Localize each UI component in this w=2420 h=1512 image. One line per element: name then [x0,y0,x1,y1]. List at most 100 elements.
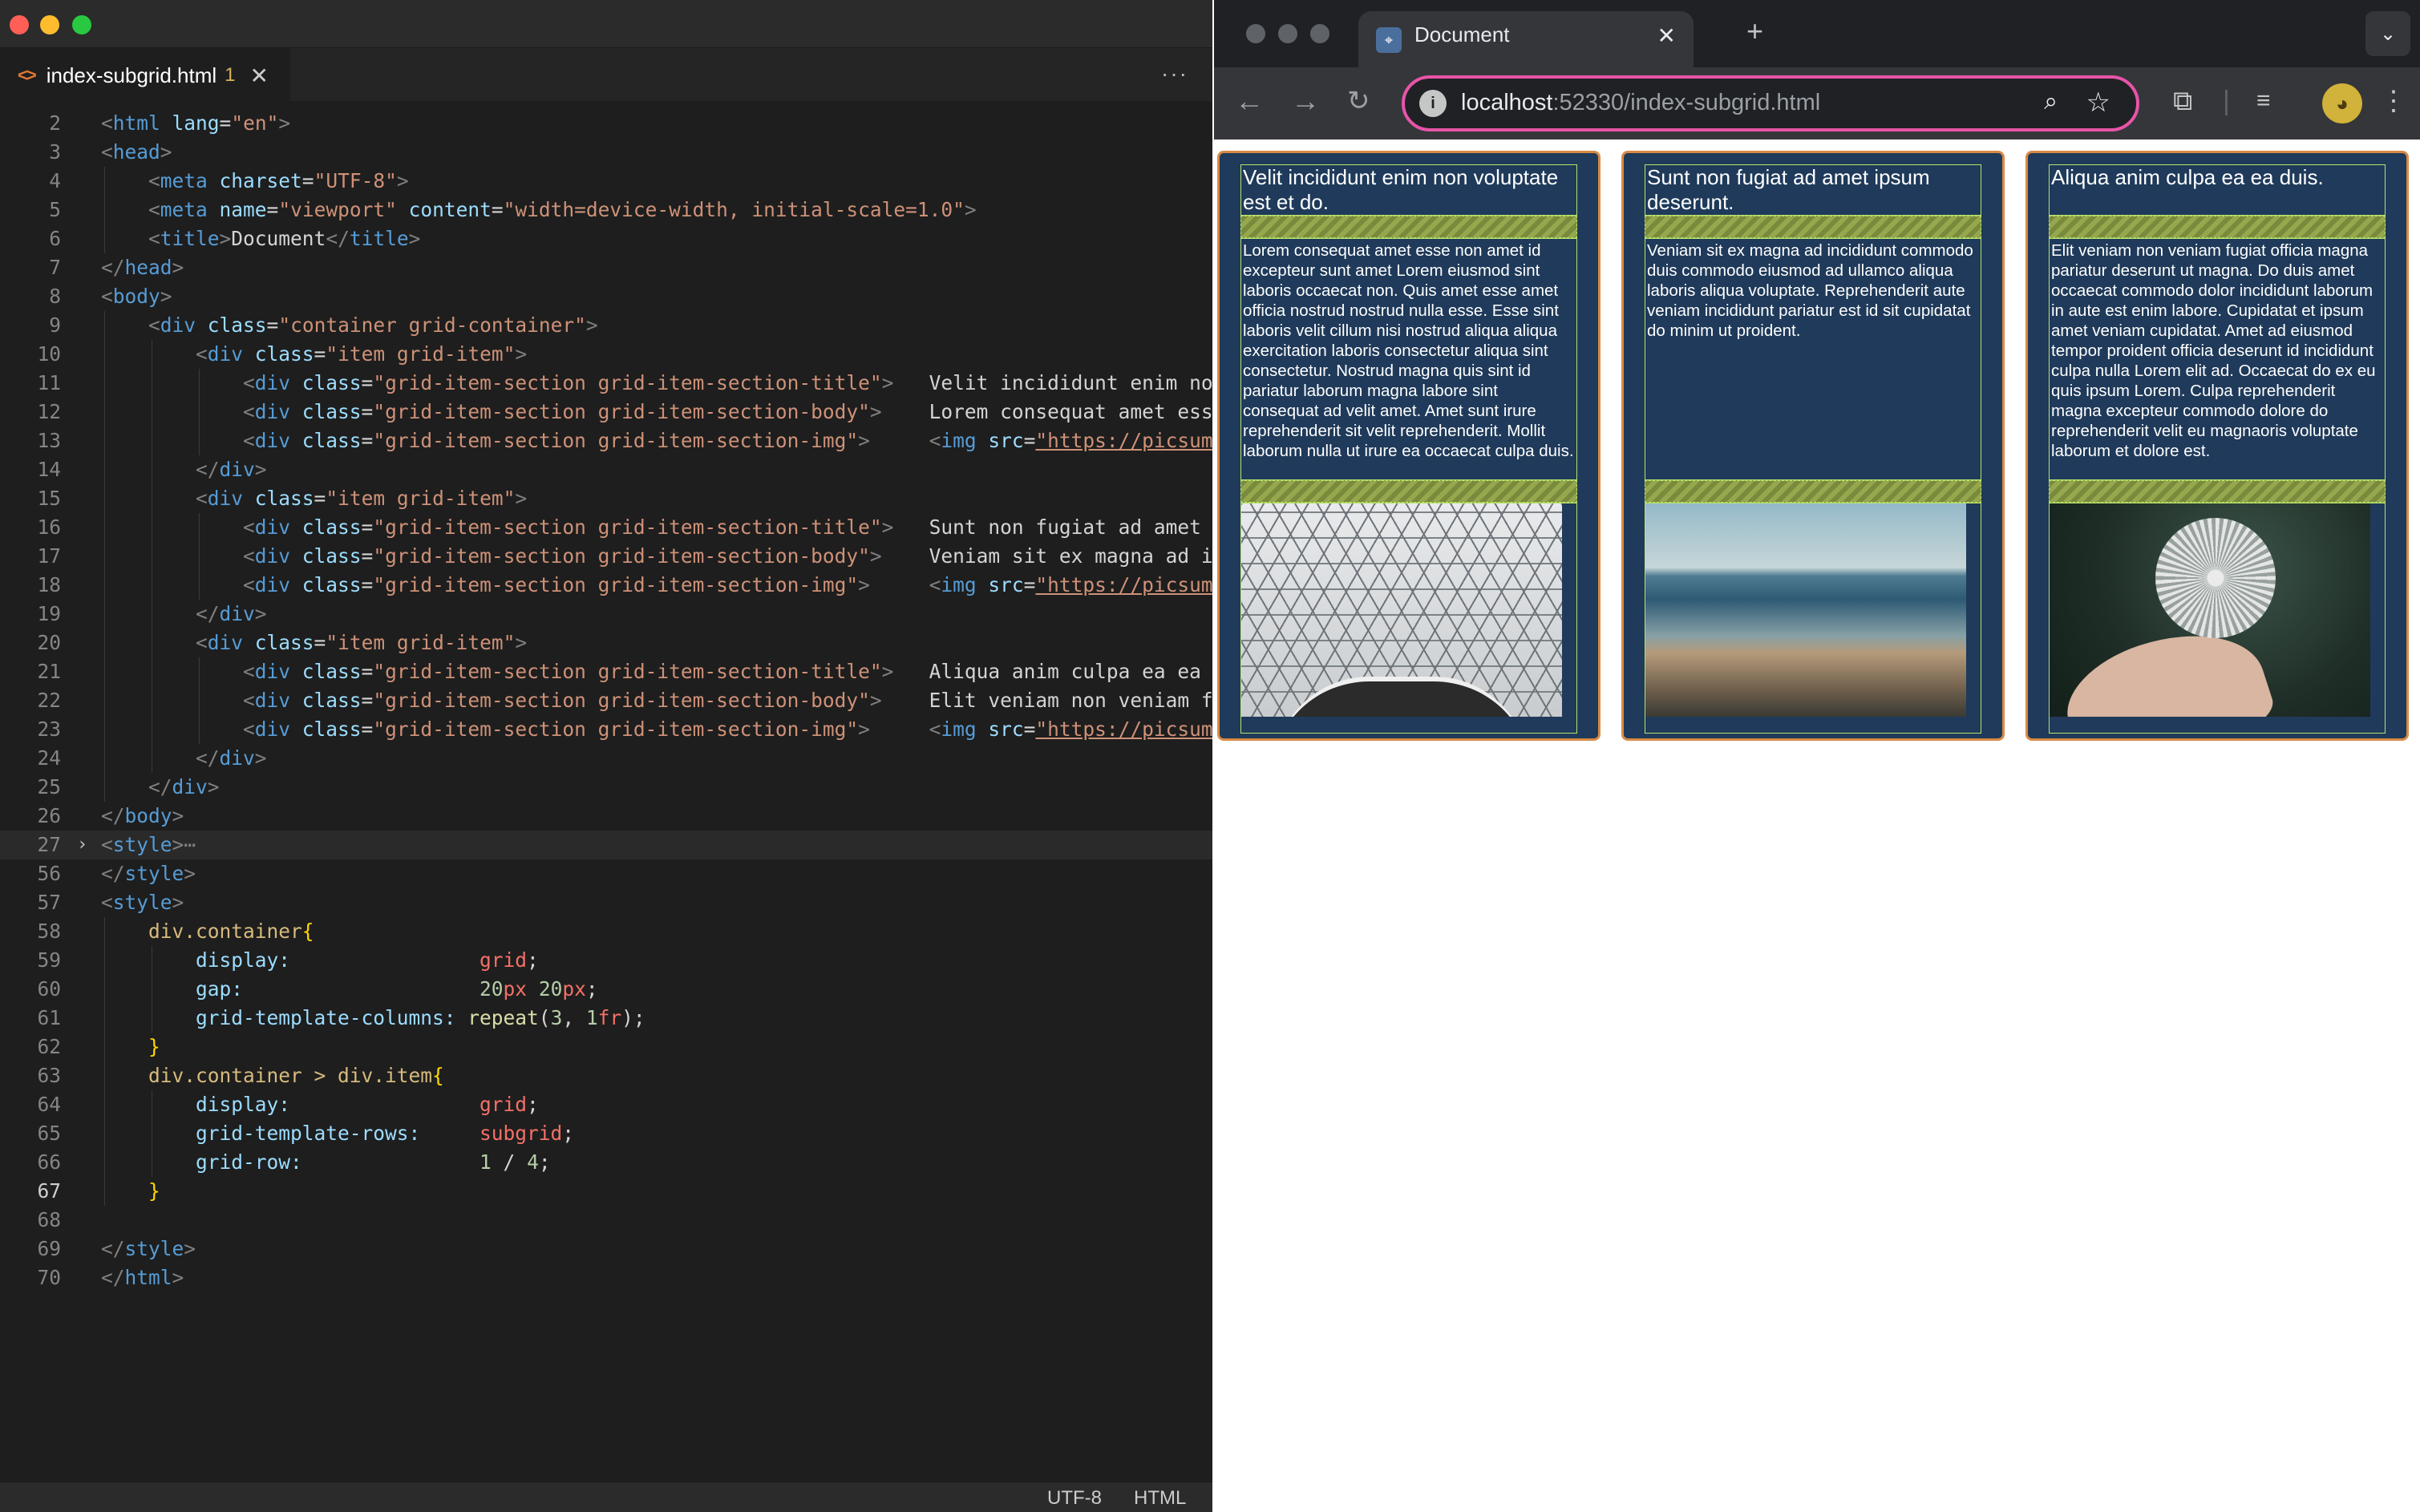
forward-icon[interactable]: → [1291,85,1320,117]
code-line[interactable]: 19 </div> [0,600,1212,629]
grid-item-section-img [1240,503,1577,734]
code-line[interactable]: 10 <div class="item grid-item"> [0,340,1212,369]
close-tab-icon[interactable]: ✕ [1657,22,1676,49]
code-token: > [172,833,184,856]
code-line[interactable]: 63 div.container > div.item{ [0,1061,1212,1090]
code-line[interactable]: 57 <style> [0,888,1212,917]
code-token: > [219,227,232,250]
code-line[interactable]: 62} [0,1033,1212,1061]
editor-tab-index-subgrid[interactable]: <> index-subgrid.html 1 ✕ [0,48,290,101]
code-token: meta [160,169,220,192]
editor-status-bar: UTF-8 HTML [0,1482,1212,1512]
code-line[interactable]: 61 grid-template-columns: repeat(3, 1fr); [0,1004,1212,1033]
code-line[interactable]: 26 </body> [0,802,1212,831]
code-line[interactable]: 7 </head> [0,253,1212,282]
address-bar[interactable]: i localhost:52330/index-subgrid.html ⌕ ☆ [1402,75,2139,131]
code-line[interactable]: 21 <div class="grid-item-section grid-ite… [0,657,1212,686]
code-token: "https://picsum [1035,573,1212,596]
code-token: < [148,227,160,250]
profile-avatar-icon[interactable]: ◕ [2322,83,2362,123]
code-line[interactable]: 56 </style> [0,859,1212,888]
indent-guide [104,369,105,398]
code-token: class [301,371,362,394]
line-number: 3 [49,140,61,164]
code-line[interactable]: 13 <div class="grid-item-section grid-ite… [0,427,1212,455]
minimize-window-button[interactable] [1278,24,1297,43]
extensions-icon[interactable]: ⧉ [2173,85,2192,117]
reload-icon[interactable]: ↻ [1347,85,1370,117]
code-line[interactable]: 20 <div class="item grid-item"> [0,629,1212,657]
code-token: > [172,256,184,279]
code-token: grid-template-rows: [196,1122,421,1145]
code-line[interactable]: 25 </div> [0,773,1212,802]
more-actions-icon[interactable]: ··· [1161,61,1188,87]
code-line[interactable]: 5 <meta name="viewport" content="width=de… [0,196,1212,224]
code-line[interactable]: 22 <div class="grid-item-section grid-ite… [0,686,1212,715]
line-number: 64 [37,1093,61,1116]
code-line[interactable]: 18 <div class="grid-item-section grid-ite… [0,571,1212,600]
code-line[interactable]: 27 › <style>⋯ [0,831,1212,859]
code-token: = [266,198,279,221]
tab-search-chevron-icon[interactable]: ⌄ [2365,11,2410,56]
code-line[interactable]: 16 <div class="grid-item-section grid-ite… [0,513,1212,542]
browser-tab-document[interactable]: ⌖ Document ✕ [1358,11,1694,67]
code-line[interactable]: 58 div.container{ [0,917,1212,946]
code-token: </ [101,256,125,279]
code-line[interactable]: 8 <body> [0,282,1212,311]
code-line[interactable]: 69 </style> [0,1235,1212,1263]
line-number: 27 [37,833,61,856]
code-line[interactable]: 4 <meta charset="UTF-8"> [0,167,1212,196]
code-token: = [361,371,374,394]
code-line[interactable]: 9 <div class="container grid-container"> [0,311,1212,340]
code-token: </ [148,775,172,798]
code-line[interactable]: 15 <div class="item grid-item"> [0,484,1212,513]
code-line[interactable]: 59 display: grid; [0,946,1212,975]
code-line[interactable]: 6 <title>Document</title> [0,224,1212,253]
maximize-window-button[interactable] [72,15,91,34]
code-line[interactable]: 68 [0,1206,1212,1235]
new-tab-icon[interactable]: + [1746,14,1763,48]
code-token: px [562,977,586,1001]
encoding-status[interactable]: UTF-8 [1047,1487,1102,1510]
line-number: 67 [37,1179,61,1203]
code-line[interactable]: 23 <div class="grid-item-section grid-ite… [0,715,1212,744]
code-token: = [314,342,326,366]
close-tab-icon[interactable]: ✕ [250,63,269,89]
kebab-menu-icon[interactable]: ⋮ [2380,85,2407,117]
site-info-icon[interactable]: i [1419,90,1447,117]
code-line[interactable]: 12 <div class="grid-item-section grid-ite… [0,398,1212,427]
media-controls-icon[interactable]: ≡ [2256,85,2271,117]
bookmark-star-icon[interactable]: ☆ [2086,87,2110,119]
code-token: < [101,140,113,164]
code-token: "grid-item-section grid-item-section-bod… [373,544,870,568]
code-token: > [881,371,894,394]
code-line[interactable]: 11 <div class="grid-item-section grid-ite… [0,369,1212,398]
zoom-icon[interactable]: ⌕ [2044,88,2058,115]
minimize-window-button[interactable] [40,15,59,34]
code-line[interactable]: 64 display: grid; [0,1090,1212,1119]
code-line[interactable]: 66 grid-row: 1 / 4; [0,1148,1212,1177]
code-line[interactable]: 24 </div> [0,744,1212,773]
code-line[interactable]: 17 <div class="grid-item-section grid-ite… [0,542,1212,571]
code-line[interactable]: 2 <html lang="en"> [0,109,1212,138]
back-icon[interactable]: ← [1235,85,1264,117]
close-window-button[interactable] [1246,24,1265,43]
close-window-button[interactable] [10,15,29,34]
dandelion-photo [2050,503,2370,717]
indent-guide [104,542,105,571]
code-line[interactable]: 3 <head> [0,138,1212,167]
code-line[interactable]: 70 </html> [0,1263,1212,1292]
code-token: </ [101,1237,125,1260]
code-line[interactable]: 67} [0,1177,1212,1206]
code-token: > [858,429,870,452]
language-mode-status[interactable]: HTML [1134,1487,1186,1510]
code-token: div [254,429,302,452]
code-line[interactable]: 60 gap: 20px 20px; [0,975,1212,1004]
code-token: < [196,487,208,510]
code-line[interactable]: 65 grid-template-rows: subgrid; [0,1119,1212,1148]
maximize-window-button[interactable] [1310,24,1329,43]
fold-chevron-icon[interactable]: › [77,831,87,859]
code-token: = [361,400,374,423]
code-line[interactable]: 14 </div> [0,455,1212,484]
line-number: 56 [37,862,61,885]
